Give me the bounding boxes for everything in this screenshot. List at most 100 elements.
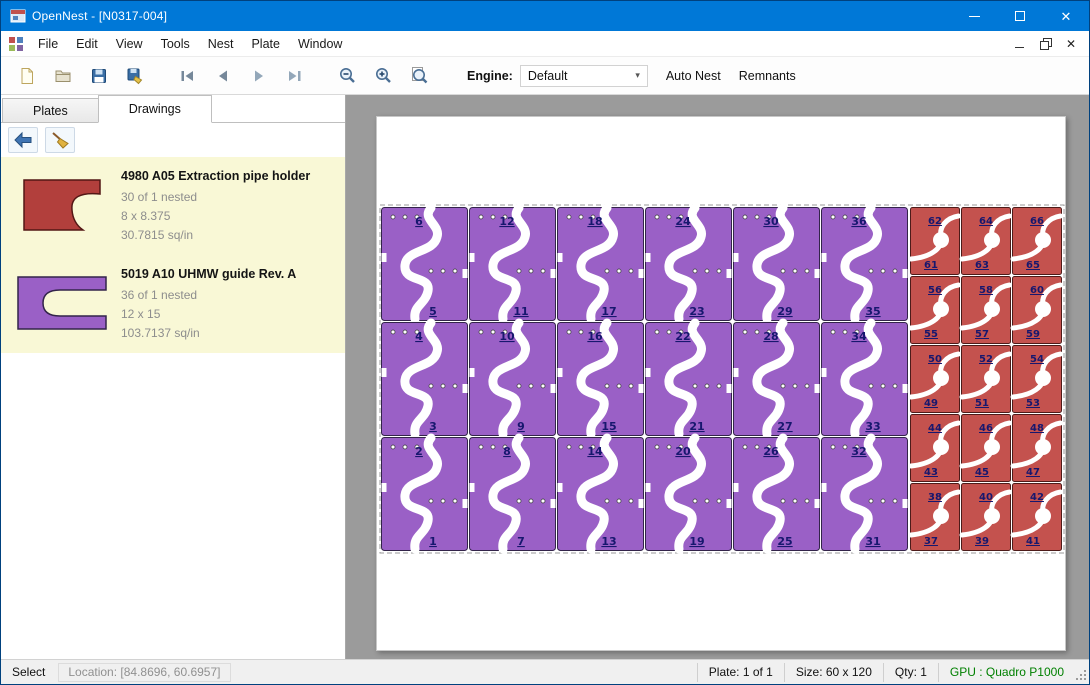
purple-part-pair[interactable]: 2423 <box>646 208 732 321</box>
zoom-in-button[interactable] <box>367 61 399 91</box>
menu-file[interactable]: File <box>29 32 67 56</box>
red-part-pair[interactable]: 6261 <box>911 208 960 275</box>
menu-edit[interactable]: Edit <box>67 32 107 56</box>
circular-cutout <box>933 370 949 386</box>
purple-part-pair[interactable]: 109 <box>470 323 556 436</box>
document-icon[interactable] <box>8 36 24 52</box>
zoom-fit-icon <box>410 66 429 85</box>
red-part-pair[interactable]: 6059 <box>1013 277 1062 344</box>
purple-part-pair[interactable]: 3029 <box>734 208 820 321</box>
remnants-button[interactable]: Remnants <box>739 69 796 83</box>
drill-hole <box>579 330 583 334</box>
purple-part-pair[interactable]: 1211 <box>470 208 556 321</box>
purple-part-pair[interactable]: 3635 <box>822 208 908 321</box>
red-part-pair[interactable]: 3837 <box>911 484 960 551</box>
purple-part-pair[interactable]: 65 <box>382 208 468 321</box>
tab-drawings[interactable]: Drawings <box>98 95 212 123</box>
red-part-pair[interactable]: 5251 <box>962 346 1011 413</box>
purple-part-pair[interactable]: 21 <box>382 438 468 551</box>
menu-nest[interactable]: Nest <box>199 32 243 56</box>
menu-window[interactable]: Window <box>289 32 351 56</box>
tab-plates[interactable]: Plates <box>2 98 99 122</box>
drill-hole <box>717 384 721 388</box>
drill-hole <box>629 499 633 503</box>
part-number: 24 <box>675 215 691 228</box>
part-number: 31 <box>865 535 880 548</box>
edge-notch <box>551 499 556 508</box>
red-part-pair[interactable]: 6463 <box>962 208 1011 275</box>
drill-hole <box>655 330 659 334</box>
drill-hole <box>605 384 609 388</box>
purple-part-pair[interactable]: 1413 <box>558 438 644 551</box>
edge-notch <box>463 499 468 508</box>
zoom-out-button[interactable] <box>331 61 363 91</box>
auto-nest-button[interactable]: Auto Nest <box>666 69 721 83</box>
resize-grip[interactable] <box>1075 660 1089 684</box>
red-part-pair[interactable]: 4241 <box>1013 484 1062 551</box>
drill-hole <box>743 215 747 219</box>
drill-hole <box>831 215 835 219</box>
purple-part-pair[interactable]: 2827 <box>734 323 820 436</box>
purple-part-pair[interactable]: 43 <box>382 323 468 436</box>
purple-part-pair[interactable]: 2625 <box>734 438 820 551</box>
close-button[interactable]: ✕ <box>1043 1 1089 31</box>
maximize-button[interactable] <box>997 1 1043 31</box>
purple-part-pair[interactable]: 3231 <box>822 438 908 551</box>
purple-part-pair[interactable]: 2019 <box>646 438 732 551</box>
last-plate-button[interactable] <box>279 61 311 91</box>
edge-notch <box>815 384 820 393</box>
drill-hole <box>705 499 709 503</box>
red-part-pair[interactable]: 4039 <box>962 484 1011 551</box>
mdi-close-button[interactable]: ✕ <box>1061 35 1081 53</box>
purple-part-pair[interactable]: 3433 <box>822 323 908 436</box>
drawing-size: 8 x 8.375 <box>121 207 310 226</box>
drill-hole <box>391 215 395 219</box>
red-part-pair[interactable]: 5453 <box>1013 346 1062 413</box>
drill-hole <box>491 445 495 449</box>
engine-select[interactable]: Default ▾ <box>520 65 648 87</box>
red-part-pair[interactable]: 4847 <box>1013 415 1062 482</box>
first-plate-button[interactable] <box>171 61 203 91</box>
purple-part-pair[interactable]: 87 <box>470 438 556 551</box>
drawing-item-uhmw-guide[interactable]: 5019 A10 UHMW guide Rev. A 36 of 1 neste… <box>1 255 345 353</box>
red-part-pair[interactable]: 5857 <box>962 277 1011 344</box>
send-to-nest-button[interactable] <box>8 127 38 153</box>
part-number: 1 <box>429 535 437 548</box>
part-number: 58 <box>979 285 993 296</box>
next-plate-button[interactable] <box>243 61 275 91</box>
nest-plate-view[interactable]: 6512111817242330293635431091615222128273… <box>377 117 1067 652</box>
drill-hole <box>629 269 633 273</box>
previous-plate-button[interactable] <box>207 61 239 91</box>
plate-page[interactable]: 6512111817242330293635431091615222128273… <box>376 116 1066 651</box>
red-part-pair[interactable]: 6665 <box>1013 208 1062 275</box>
new-button[interactable] <box>11 61 43 91</box>
part-number: 5 <box>429 305 437 318</box>
menu-tools[interactable]: Tools <box>152 32 199 56</box>
red-part-pair[interactable]: 4443 <box>911 415 960 482</box>
red-part-pair[interactable]: 4645 <box>962 415 1011 482</box>
zoom-fit-button[interactable] <box>403 61 435 91</box>
purple-part-pair[interactable]: 2221 <box>646 323 732 436</box>
clear-button[interactable] <box>45 127 75 153</box>
menu-plate[interactable]: Plate <box>242 32 289 56</box>
drawing-item-extraction-pipe-holder[interactable]: 4980 A05 Extraction pipe holder 30 of 1 … <box>1 157 345 255</box>
part-number: 15 <box>601 420 616 433</box>
circular-cutout <box>1035 370 1051 386</box>
open-button[interactable] <box>47 61 79 91</box>
purple-part-pair[interactable]: 1615 <box>558 323 644 436</box>
purple-part-pair[interactable]: 1817 <box>558 208 644 321</box>
mdi-minimize-button[interactable] <box>1009 35 1029 53</box>
combo-caret-icon: ▾ <box>635 70 640 81</box>
mdi-restore-button[interactable] <box>1035 35 1055 53</box>
nest-canvas[interactable]: 6512111817242330293635431091615222128273… <box>346 95 1089 659</box>
maximize-icon <box>1015 11 1025 21</box>
red-part-pair[interactable]: 5655 <box>911 277 960 344</box>
part-number: 51 <box>975 398 989 409</box>
menu-view[interactable]: View <box>107 32 152 56</box>
save-as-button[interactable] <box>119 61 151 91</box>
minimize-button[interactable] <box>951 1 997 31</box>
drill-hole <box>667 215 671 219</box>
red-part-pair[interactable]: 5049 <box>911 346 960 413</box>
circular-cutout <box>1035 508 1051 524</box>
save-button[interactable] <box>83 61 115 91</box>
